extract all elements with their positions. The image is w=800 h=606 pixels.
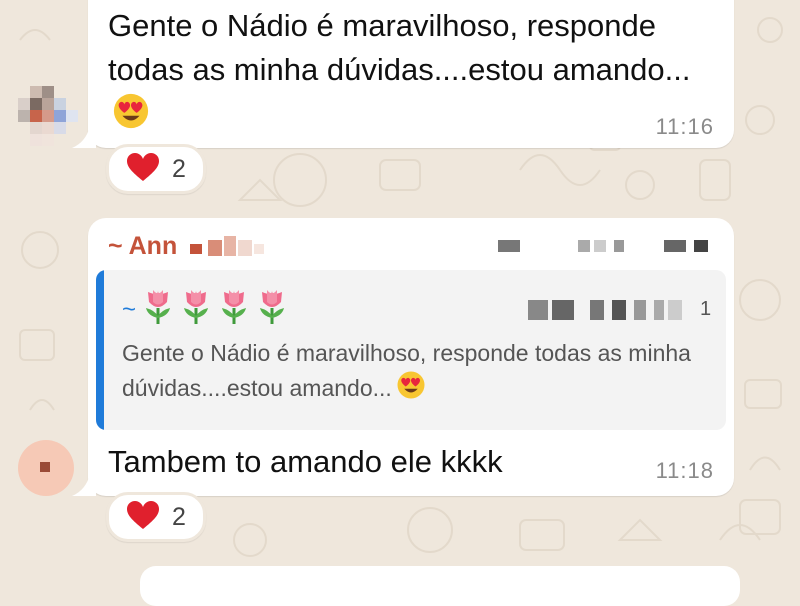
message-bubble[interactable]: ~ Ann ~ 1 Gente o Nádio é maravilhoso, r…	[88, 218, 734, 496]
red-heart-icon	[126, 500, 160, 535]
quoted-text: Gente o Nádio é maravilhoso, responde to…	[122, 336, 712, 409]
message-text: Tambem to amando ele kkkk	[108, 444, 503, 479]
message-bubble[interactable]: Gente o Nádio é maravilhoso, responde to…	[88, 0, 734, 148]
reaction-count: 2	[172, 154, 186, 183]
quote-accent-bar	[96, 270, 104, 430]
next-message-bubble[interactable]	[140, 566, 740, 606]
tulip-icon	[142, 288, 174, 331]
redacted-phone-block	[498, 238, 718, 259]
reaction-count: 2	[172, 502, 186, 531]
red-heart-icon	[126, 152, 160, 187]
reaction-pill[interactable]: 2	[106, 144, 206, 194]
sender-name[interactable]: ~ Ann	[108, 232, 177, 261]
avatar[interactable]	[18, 440, 74, 496]
message-timestamp: 11:18	[655, 458, 714, 483]
quoted-trailing-char: 1	[700, 298, 712, 320]
message-timestamp: 11:16	[655, 114, 714, 139]
heart-eyes-emoji-icon	[112, 92, 150, 142]
tulip-icon	[180, 288, 212, 331]
avatar[interactable]	[18, 86, 78, 148]
tulip-icon	[256, 288, 288, 331]
reaction-pill[interactable]: 2	[106, 492, 206, 542]
redacted-phone-block	[528, 298, 698, 327]
tulip-icon	[218, 288, 250, 331]
message-text: Gente o Nádio é maravilhoso, responde to…	[108, 4, 718, 142]
heart-eyes-emoji-icon	[396, 370, 426, 409]
redacted-name-block	[190, 236, 270, 263]
quoted-message[interactable]: ~ 1 Gente o Nádio é maravilhoso, respond…	[96, 270, 726, 430]
quoted-author: ~	[122, 288, 288, 331]
bubble-tail	[72, 474, 96, 496]
